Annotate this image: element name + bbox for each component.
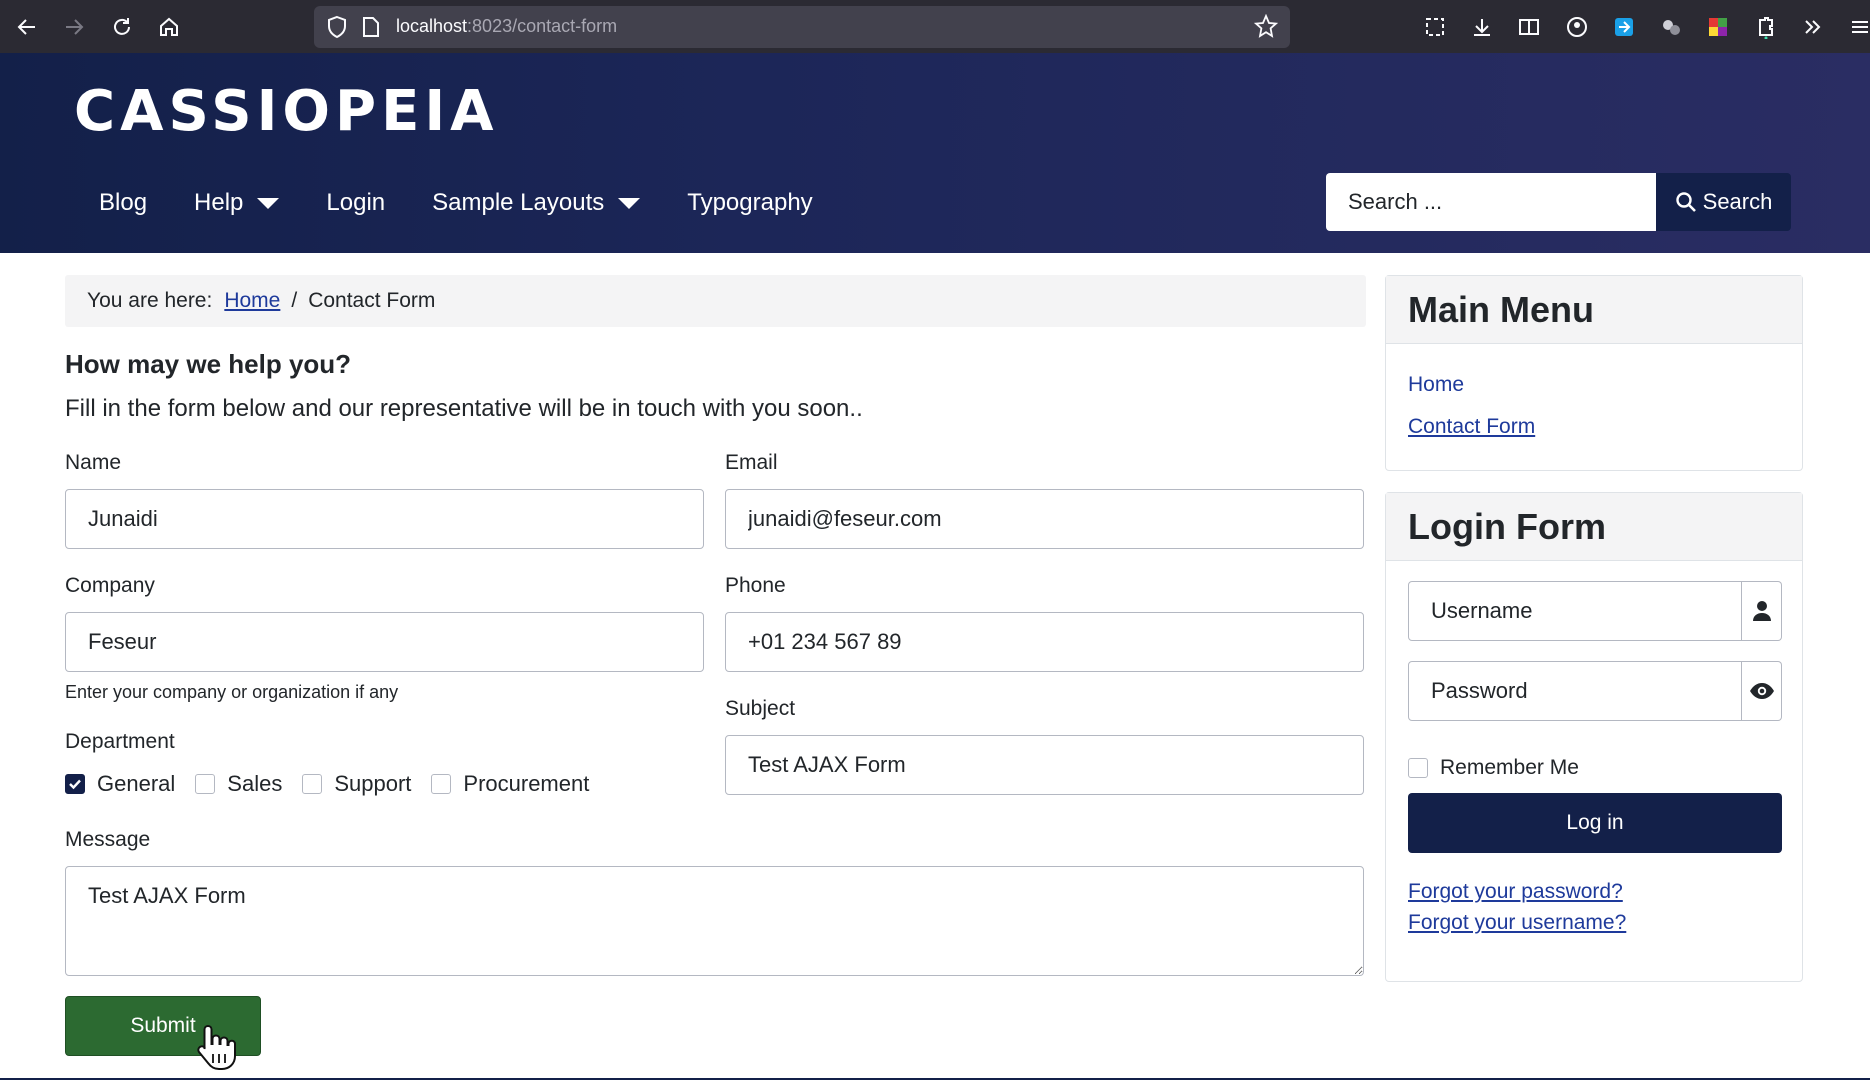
caret-down-icon[interactable] [257, 197, 280, 209]
department-option-support[interactable]: Support [302, 771, 411, 797]
search-button-label: Search [1702, 189, 1773, 214]
name-label: Name [65, 451, 122, 474]
remember-me-label: Remember Me [1440, 756, 1579, 779]
department-label: Department [65, 730, 175, 753]
email-field[interactable] [725, 489, 1364, 549]
overflow-chevron-icon[interactable] [1799, 13, 1827, 41]
phone-label: Phone [725, 574, 786, 597]
company-hint: Enter your company or organization if an… [65, 682, 399, 702]
remember-me[interactable]: Remember Me [1408, 756, 1579, 780]
main-menu-module: Main Menu Home Contact Form [1385, 275, 1803, 471]
url-path: :8023/contact-form [467, 16, 618, 36]
breadcrumb-current: Contact Form [308, 289, 436, 312]
user-icon [1742, 581, 1782, 641]
department-checkboxes: General Sales Support Procurement [65, 771, 609, 797]
show-password-eye-icon[interactable] [1742, 661, 1782, 721]
breadcrumb-home-link[interactable]: Home [224, 289, 280, 313]
main-menu-link-home[interactable]: Home [1408, 373, 1464, 397]
main-navigation: Blog Help Login Sample Layouts Typograph… [99, 189, 860, 217]
breadcrumb: You are here: Home / Contact Form [65, 275, 1366, 327]
nav-label: Help [194, 189, 244, 216]
search-button[interactable]: Search [1656, 173, 1791, 231]
phone-field[interactable] [725, 612, 1364, 672]
download-icon[interactable] [1468, 13, 1496, 41]
department-option-general[interactable]: General [65, 771, 175, 797]
site-brand[interactable]: CASSIOPEIA [74, 79, 499, 144]
nav-label: Login [326, 189, 386, 216]
nav-item-sample-layouts[interactable]: Sample Layouts [432, 189, 641, 217]
forward-arrow-icon[interactable] [59, 12, 89, 42]
department-option-label: General [97, 771, 176, 796]
nav-item-typography[interactable]: Typography [687, 189, 812, 217]
department-option-procurement[interactable]: Procurement [431, 771, 589, 797]
url-text[interactable]: localhost:8023/contact-form [396, 16, 617, 37]
department-option-label: Procurement [463, 771, 590, 796]
nav-label: Sample Layouts [432, 189, 605, 216]
nav-item-help[interactable]: Help [194, 189, 280, 217]
department-option-label: Sales [227, 771, 283, 796]
home-icon[interactable] [154, 12, 184, 42]
breadcrumb-separator: / [291, 289, 298, 312]
forgot-username-link[interactable]: Forgot your username? [1408, 911, 1626, 935]
email-label: Email [725, 451, 778, 474]
nav-item-blog[interactable]: Blog [99, 189, 147, 217]
hand-cursor-icon [196, 1022, 238, 1077]
reload-icon[interactable] [107, 12, 137, 42]
department-option-label: Support [334, 771, 412, 796]
caret-down-icon[interactable] [618, 197, 641, 209]
url-host: localhost [396, 16, 468, 36]
remember-me-checkbox[interactable] [1408, 758, 1428, 778]
login-form-title: Login Form [1386, 493, 1802, 561]
main-menu-title: Main Menu [1386, 276, 1802, 344]
department-option-sales[interactable]: Sales [195, 771, 282, 797]
breadcrumb-prefix: You are here: [87, 289, 213, 312]
message-label: Message [65, 828, 151, 851]
login-form-module: Login Form Remember Me Log in Forgot you… [1385, 492, 1803, 982]
username-group [1408, 581, 1782, 641]
site-header: CASSIOPEIA Blog Help Login Sample Layout… [0, 53, 1870, 253]
company-field[interactable] [65, 612, 704, 672]
search-icon [1675, 192, 1696, 212]
screenshot-icon[interactable] [1421, 13, 1449, 41]
browser-toolbar: localhost:8023/contact-form [0, 0, 1870, 53]
checkmark-icon [69, 779, 81, 790]
puzzle-extension-icon[interactable] [1657, 13, 1685, 41]
bookmark-star-icon[interactable] [1253, 13, 1279, 43]
reader-view-icon[interactable] [1515, 13, 1543, 41]
address-bar[interactable]: localhost:8023/contact-form [314, 6, 1290, 48]
nav-item-login[interactable]: Login [326, 189, 385, 217]
shield-icon[interactable] [326, 15, 348, 44]
nav-label: Blog [99, 189, 148, 216]
hamburger-menu-icon[interactable] [1846, 13, 1870, 41]
page-icon [362, 16, 380, 43]
checkbox[interactable] [195, 774, 216, 794]
main-menu-link-contact-form[interactable]: Contact Form [1408, 415, 1535, 439]
login-button[interactable]: Log in [1408, 793, 1782, 853]
password-input[interactable] [1408, 661, 1742, 721]
forgot-password-link[interactable]: Forgot your password? [1408, 880, 1623, 904]
checkbox-checked[interactable] [65, 774, 85, 794]
checkbox[interactable] [431, 774, 452, 794]
username-input[interactable] [1408, 581, 1742, 641]
message-textarea[interactable]: Test AJAX Form [65, 866, 1364, 976]
page-heading: How may we help you? [65, 349, 352, 379]
search-input[interactable] [1326, 173, 1656, 231]
site-search: Search [1326, 173, 1791, 231]
subject-label: Subject [725, 697, 796, 720]
checkbox[interactable] [302, 774, 323, 794]
account-icon[interactable] [1563, 13, 1591, 41]
nav-label: Typography [687, 189, 813, 216]
translate-extension-icon[interactable] [1610, 13, 1638, 41]
page-intro: Fill in the form below and our represent… [65, 395, 863, 422]
back-arrow-icon[interactable] [12, 12, 42, 42]
password-group [1408, 661, 1782, 721]
company-label: Company [65, 574, 155, 597]
subject-field[interactable] [725, 735, 1364, 795]
name-field[interactable] [65, 489, 704, 549]
extensions-icon[interactable] [1752, 13, 1780, 41]
color-extension-icon[interactable] [1704, 13, 1732, 41]
